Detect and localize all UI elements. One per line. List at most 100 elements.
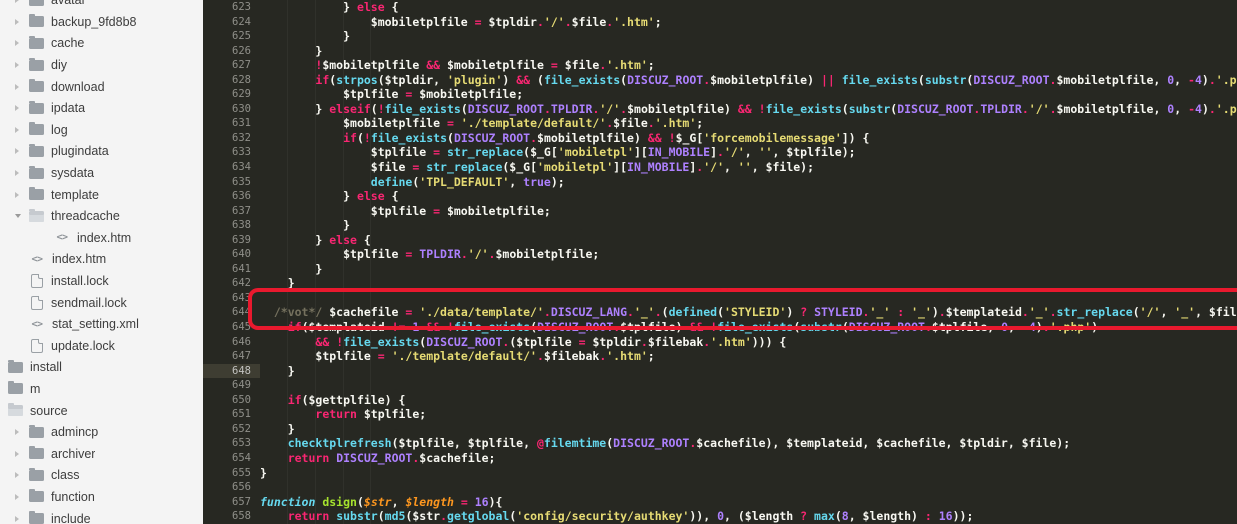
code-line-657[interactable]: 657function dsign($str, $length = 16){ xyxy=(203,495,1237,510)
line-number[interactable]: 635 xyxy=(203,175,260,190)
code-line-653[interactable]: 653 checktplrefresh($tplfile, $tplfile, … xyxy=(203,436,1237,451)
sidebar-item-template[interactable]: template xyxy=(0,184,203,206)
line-number[interactable]: 642 xyxy=(203,276,260,291)
code-line-631[interactable]: 631 $mobiletplfile = './template/default… xyxy=(203,116,1237,131)
code-line-648[interactable]: 648 } xyxy=(203,364,1237,379)
line-number[interactable]: 637 xyxy=(203,204,260,219)
chevron-right-icon[interactable] xyxy=(15,40,19,46)
line-number[interactable]: 647 xyxy=(203,349,260,364)
code-line-642[interactable]: 642 } xyxy=(203,276,1237,291)
sidebar-item-sysdata[interactable]: sysdata xyxy=(0,162,203,184)
line-number[interactable]: 638 xyxy=(203,218,260,233)
line-number[interactable]: 625 xyxy=(203,29,260,44)
sidebar-item-source[interactable]: source xyxy=(0,400,203,422)
sidebar-item-avatar[interactable]: avatar xyxy=(0,0,203,11)
line-number[interactable]: 641 xyxy=(203,262,260,277)
code-line-643[interactable]: 643 xyxy=(203,291,1237,306)
code-line-641[interactable]: 641 } xyxy=(203,262,1237,277)
code-line-639[interactable]: 639 } else { xyxy=(203,233,1237,248)
code-line-651[interactable]: 651 return $tplfile; xyxy=(203,407,1237,422)
sidebar-item-function[interactable]: function xyxy=(0,486,203,508)
editor-pane[interactable]: 623 } else {624 $mobiletplfile = $tpldir… xyxy=(203,0,1237,524)
line-number[interactable]: 639 xyxy=(203,233,260,248)
line-number[interactable]: 655 xyxy=(203,466,260,481)
sidebar-item-download[interactable]: download xyxy=(0,76,203,98)
code-line-634[interactable]: 634 $file = str_replace($_G['mobiletpl']… xyxy=(203,160,1237,175)
line-number[interactable]: 645 xyxy=(203,320,260,335)
line-number[interactable]: 628 xyxy=(203,73,260,88)
code-line-649[interactable]: 649 xyxy=(203,378,1237,393)
line-number[interactable]: 654 xyxy=(203,451,260,466)
sidebar-item-admincp[interactable]: admincp xyxy=(0,421,203,443)
line-number[interactable]: 632 xyxy=(203,131,260,146)
line-number[interactable]: 636 xyxy=(203,189,260,204)
line-number[interactable]: 640 xyxy=(203,247,260,262)
code-line-652[interactable]: 652 } xyxy=(203,422,1237,437)
line-number[interactable]: 650 xyxy=(203,393,260,408)
chevron-right-icon[interactable] xyxy=(15,19,19,25)
line-number[interactable]: 648 xyxy=(203,364,260,379)
sidebar-item-plugindata[interactable]: plugindata xyxy=(0,141,203,163)
chevron-right-icon[interactable] xyxy=(15,451,19,457)
code-line-632[interactable]: 632 if(!file_exists(DISCUZ_ROOT.$mobilet… xyxy=(203,131,1237,146)
chevron-right-icon[interactable] xyxy=(15,429,19,435)
line-number[interactable]: 626 xyxy=(203,44,260,59)
code-area[interactable]: 623 } else {624 $mobiletplfile = $tpldir… xyxy=(203,0,1237,524)
chevron-right-icon[interactable] xyxy=(15,105,19,111)
sidebar-item-update-lock[interactable]: update.lock xyxy=(0,335,203,357)
chevron-right-icon[interactable] xyxy=(15,516,19,522)
line-number[interactable]: 651 xyxy=(203,407,260,422)
line-number[interactable]: 630 xyxy=(203,102,260,117)
line-number[interactable]: 643 xyxy=(203,291,260,306)
code-line-637[interactable]: 637 $tplfile = $mobiletplfile; xyxy=(203,204,1237,219)
sidebar-item-stat-setting-xml[interactable]: <>stat_setting.xml xyxy=(0,313,203,335)
code-line-636[interactable]: 636 } else { xyxy=(203,189,1237,204)
chevron-right-icon[interactable] xyxy=(15,472,19,478)
code-line-650[interactable]: 650 if($gettplfile) { xyxy=(203,393,1237,408)
code-line-628[interactable]: 628 if(strpos($tpldir, 'plugin') && (fil… xyxy=(203,73,1237,88)
line-number[interactable]: 627 xyxy=(203,58,260,73)
code-line-635[interactable]: 635 define('TPL_DEFAULT', true); xyxy=(203,175,1237,190)
code-line-655[interactable]: 655} xyxy=(203,466,1237,481)
sidebar-item-diy[interactable]: diy xyxy=(0,54,203,76)
sidebar-item-index-htm[interactable]: <>index.htm xyxy=(0,249,203,271)
chevron-right-icon[interactable] xyxy=(15,127,19,133)
line-number[interactable]: 656 xyxy=(203,480,260,495)
line-number[interactable]: 652 xyxy=(203,422,260,437)
code-line-654[interactable]: 654 return DISCUZ_ROOT.$cachefile; xyxy=(203,451,1237,466)
code-line-630[interactable]: 630 } elseif(!file_exists(DISCUZ_ROOT.TP… xyxy=(203,102,1237,117)
line-number[interactable]: 644 xyxy=(203,305,260,320)
line-number[interactable]: 629 xyxy=(203,87,260,102)
code-line-647[interactable]: 647 $tplfile = './template/default/'.$fi… xyxy=(203,349,1237,364)
chevron-right-icon[interactable] xyxy=(15,148,19,154)
sidebar-item-include[interactable]: include xyxy=(0,508,203,524)
code-line-638[interactable]: 638 } xyxy=(203,218,1237,233)
code-line-656[interactable]: 656 xyxy=(203,480,1237,495)
line-number[interactable]: 623 xyxy=(203,0,260,15)
sidebar-item-cache[interactable]: cache xyxy=(0,33,203,55)
chevron-right-icon[interactable] xyxy=(15,192,19,198)
chevron-right-icon[interactable] xyxy=(15,0,19,3)
code-line-623[interactable]: 623 } else { xyxy=(203,0,1237,15)
line-number[interactable]: 653 xyxy=(203,436,260,451)
sidebar-item-index-htm[interactable]: <>index.htm xyxy=(0,227,203,249)
sidebar-item-backup-9fd8b8[interactable]: backup_9fd8b8 xyxy=(0,11,203,33)
sidebar-item-class[interactable]: class xyxy=(0,465,203,487)
code-line-633[interactable]: 633 $tplfile = str_replace($_G['mobiletp… xyxy=(203,145,1237,160)
chevron-down-icon[interactable] xyxy=(15,214,21,218)
sidebar-item-ipdata[interactable]: ipdata xyxy=(0,97,203,119)
code-line-658[interactable]: 658 return substr(md5($str.getglobal('co… xyxy=(203,509,1237,524)
line-number[interactable]: 649 xyxy=(203,378,260,393)
code-line-646[interactable]: 646 && !file_exists(DISCUZ_ROOT.($tplfil… xyxy=(203,335,1237,350)
code-line-624[interactable]: 624 $mobiletplfile = $tpldir.'/'.$file.'… xyxy=(203,15,1237,30)
sidebar-item-m[interactable]: m xyxy=(0,378,203,400)
code-line-640[interactable]: 640 $tplfile = TPLDIR.'/'.$mobiletplfile… xyxy=(203,247,1237,262)
chevron-right-icon[interactable] xyxy=(15,62,19,68)
chevron-right-icon[interactable] xyxy=(15,84,19,90)
sidebar-item-install-lock[interactable]: install.lock xyxy=(0,270,203,292)
code-line-626[interactable]: 626 } xyxy=(203,44,1237,59)
code-line-644[interactable]: 644 /*vot*/ $cachefile = './data/templat… xyxy=(203,305,1237,320)
code-line-645[interactable]: 645 if($templateid != 1 && !file_exists(… xyxy=(203,320,1237,335)
line-number[interactable]: 624 xyxy=(203,15,260,30)
line-number[interactable]: 646 xyxy=(203,335,260,350)
